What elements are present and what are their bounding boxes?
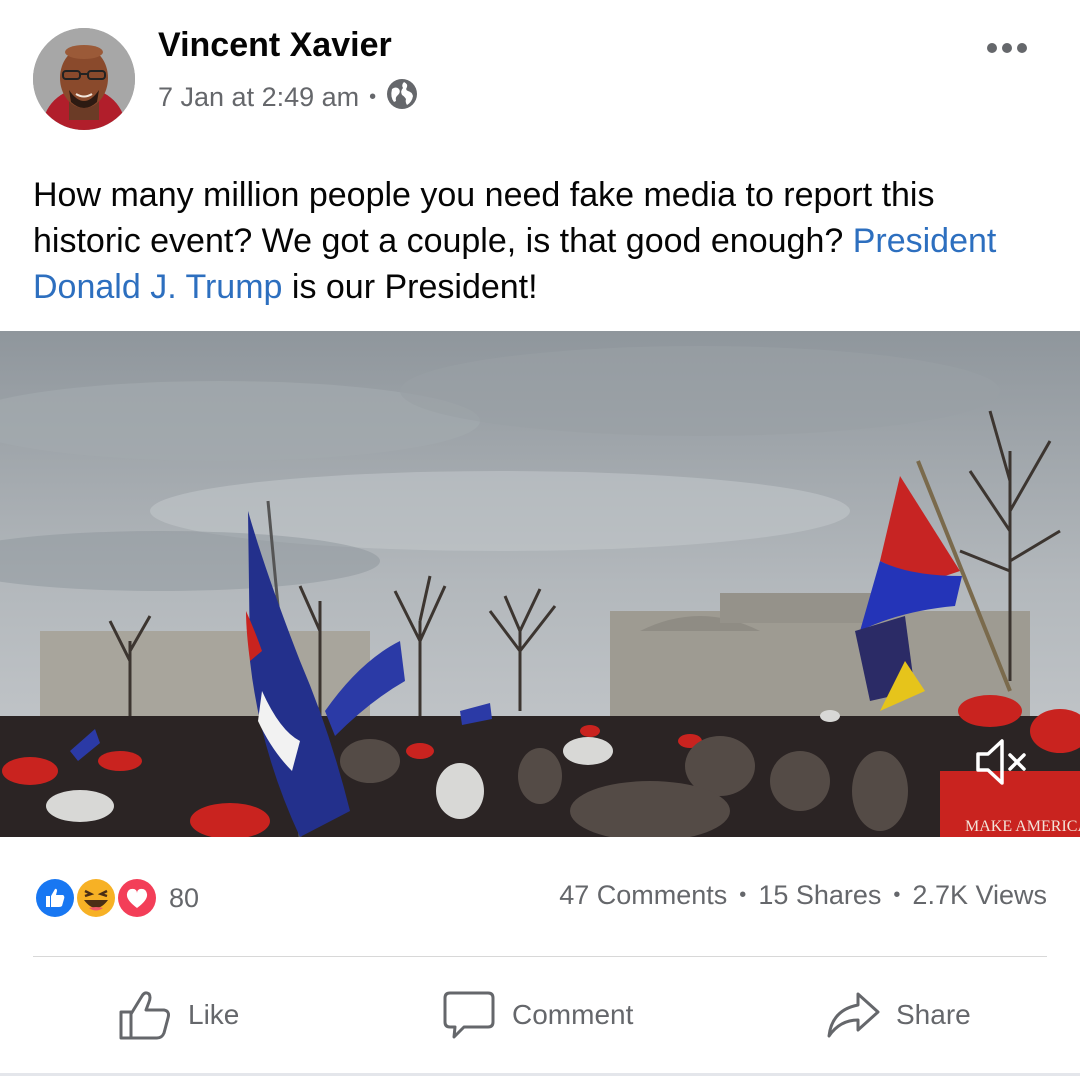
- post-text-part2: is our President!: [282, 268, 538, 306]
- more-dot-icon: [1017, 43, 1027, 53]
- like-icon: [34, 877, 76, 919]
- comment-button[interactable]: Comment: [442, 985, 633, 1045]
- shares-count-link[interactable]: 15 Shares: [758, 880, 881, 911]
- post-meta: 7 Jan at 2:49 am •: [158, 78, 418, 117]
- like-label: Like: [188, 999, 240, 1030]
- speaker-muted-icon: [976, 739, 1026, 785]
- author-name[interactable]: Vincent Xavier: [158, 26, 392, 65]
- thumbs-up-icon: [119, 991, 170, 1040]
- globe-icon: [386, 78, 418, 117]
- stats-separator: •: [739, 884, 747, 906]
- post-text: How many million people you need fake me…: [33, 172, 1043, 310]
- reactions-summary[interactable]: 80: [33, 876, 199, 920]
- video-frame: MAKE AMERICA: [0, 331, 1080, 837]
- stats-separator: •: [893, 884, 901, 906]
- share-button[interactable]: Share: [826, 985, 971, 1045]
- comment-label: Comment: [512, 999, 634, 1030]
- more-dot-icon: [1002, 43, 1012, 53]
- love-icon: [116, 877, 158, 919]
- more-options-button[interactable]: [987, 38, 1035, 58]
- author-avatar[interactable]: [33, 28, 135, 130]
- post-video[interactable]: MAKE AMERICA: [0, 331, 1080, 837]
- reaction-icons: [34, 877, 158, 919]
- reaction-count: 80: [169, 882, 200, 913]
- avatar-image: [33, 28, 135, 130]
- post-text-part1: How many million people you need fake me…: [33, 176, 935, 260]
- mute-button[interactable]: [972, 732, 1032, 792]
- share-label: Share: [896, 999, 971, 1030]
- shirt-text: MAKE AMERICA: [965, 818, 1080, 835]
- haha-icon: [75, 877, 117, 919]
- views-count: 2.7K Views: [912, 880, 1047, 910]
- share-arrow-icon: [827, 992, 880, 1038]
- comments-count-link[interactable]: 47 Comments: [559, 880, 727, 911]
- post-timestamp[interactable]: 7 Jan at 2:49 am: [158, 82, 359, 113]
- comment-bubble-icon: [443, 991, 495, 1039]
- like-button[interactable]: Like: [118, 985, 239, 1045]
- engagement-stats: 47 Comments • 15 Shares • 2.7K Views: [559, 880, 1047, 911]
- meta-separator: •: [369, 85, 377, 108]
- more-dot-icon: [987, 43, 997, 53]
- actions-divider: [33, 956, 1047, 957]
